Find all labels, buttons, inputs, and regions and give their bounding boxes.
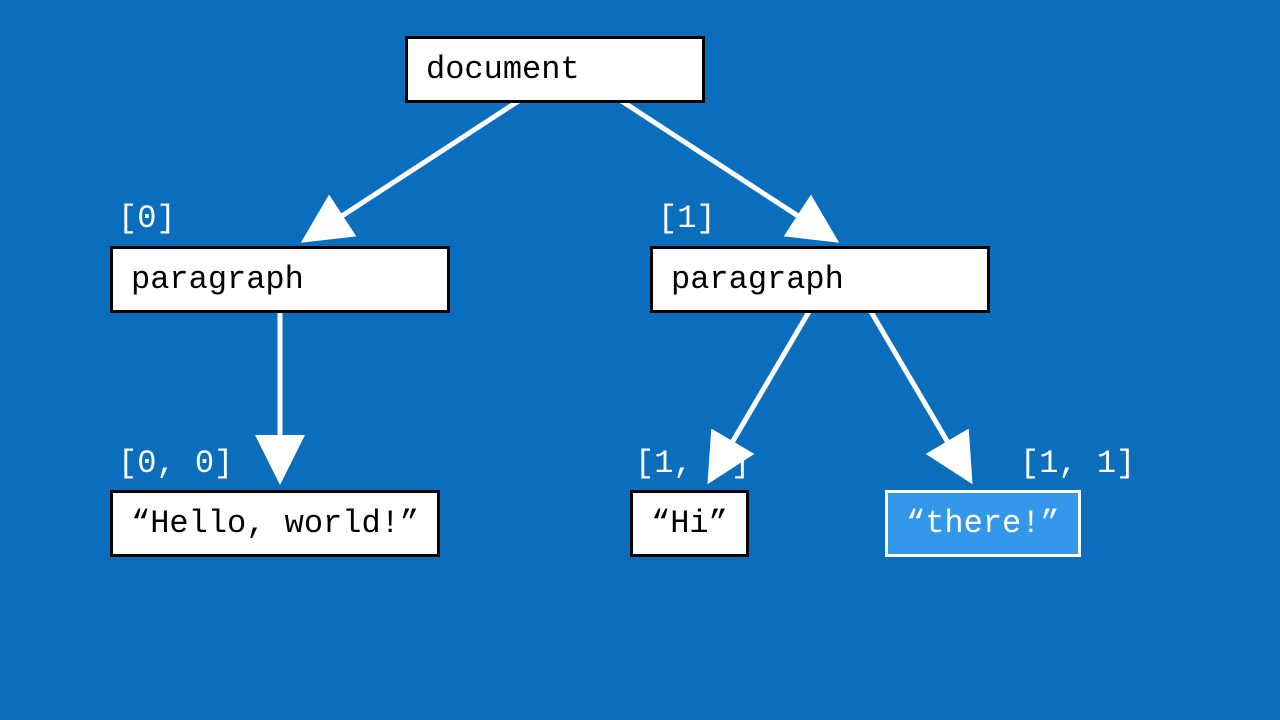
node-text-1-0: “Hi” (630, 490, 749, 557)
node-paragraph-1: paragraph (650, 246, 990, 313)
node-document: document (405, 36, 705, 103)
path-label-0: [0] (118, 200, 176, 237)
path-label-1-0: [1, 0] (635, 445, 750, 482)
node-paragraph-0: paragraph (110, 246, 450, 313)
path-label-1-1: [1, 1] (1020, 445, 1135, 482)
path-label-0-0: [0, 0] (118, 445, 233, 482)
tree-edges (0, 0, 1280, 720)
node-text-1-1-highlighted: “there!” (885, 490, 1081, 557)
path-label-1: [1] (658, 200, 716, 237)
node-text-0-0: “Hello, world!” (110, 490, 440, 557)
